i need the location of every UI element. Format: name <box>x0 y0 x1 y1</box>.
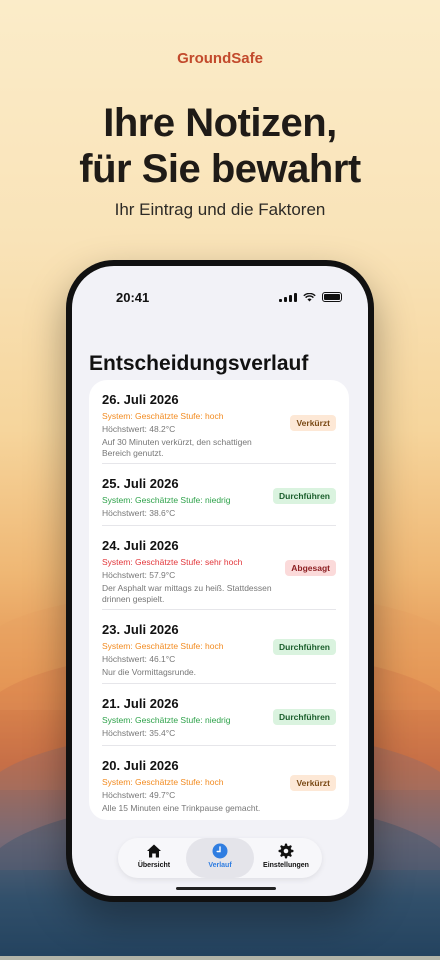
headline-line-1: Ihre Notizen, <box>103 101 337 145</box>
entry-date: 26. Juli 2026 <box>102 392 179 407</box>
entry-date: 24. Juli 2026 <box>102 538 179 553</box>
entry-date: 20. Juli 2026 <box>102 758 179 773</box>
tab-label: Übersicht <box>137 862 171 869</box>
headline: Ihre Notizen, für Sie bewahrt <box>0 100 440 192</box>
tab-label: Einstellungen <box>263 862 309 869</box>
history-entry[interactable]: 26. Juli 2026 System: Geschätzte Stufe: … <box>102 392 336 459</box>
divider <box>102 525 336 526</box>
entry-note: Nur die Vormittagsrunde. <box>102 667 197 677</box>
history-list: 26. Juli 2026 System: Geschätzte Stufe: … <box>89 380 349 820</box>
history-entry[interactable]: 20. Juli 2026 System: Geschätzte Stufe: … <box>102 758 336 814</box>
headline-line-2: für Sie bewahrt <box>79 147 361 191</box>
divider <box>102 609 336 610</box>
tab-overview[interactable]: Übersicht <box>120 838 188 878</box>
tab-history[interactable]: Verlauf <box>186 838 254 878</box>
subline: Ihr Eintrag und die Faktoren <box>114 200 326 219</box>
history-entry[interactable]: 24. Juli 2026 System: Geschätzte Stufe: … <box>102 538 336 605</box>
divider <box>102 745 336 746</box>
brand-name: GroundSafe <box>177 50 263 67</box>
page-title: Entscheidungsverlauf <box>89 352 309 375</box>
entry-max-temp: Höchstwert: 49.7°C <box>102 790 176 800</box>
status-badge: Verkürzt <box>290 415 336 431</box>
status-badge: Abgesagt <box>285 560 336 576</box>
status-badge: Durchführen <box>273 488 336 504</box>
entry-max-temp: Höchstwert: 35.4°C <box>102 728 176 738</box>
status-time: 20:41 <box>116 290 150 305</box>
tab-label: Verlauf <box>208 862 232 869</box>
wifi-icon <box>303 292 316 301</box>
entry-note: Der Asphalt war mittags zu heiß. Stattde… <box>102 583 272 604</box>
gear-icon <box>278 843 294 859</box>
signal-icon <box>279 292 297 302</box>
home-indicator <box>176 887 276 890</box>
history-entry[interactable]: 21. Juli 2026 System: Geschätzte Stufe: … <box>102 696 336 738</box>
status-bar: 20:41 <box>72 284 368 305</box>
divider <box>102 683 336 684</box>
entry-note: Auf 30 Minuten verkürzt, den schattigen … <box>102 437 252 458</box>
tab-bar: Übersicht Verlauf Einstellungen <box>118 838 322 878</box>
phone-frame: 20:41 Entscheidungsverlauf 26. Juli 2026… <box>66 260 374 902</box>
entry-note: Alle 15 Minuten eine Trinkpause gemacht. <box>102 803 261 813</box>
entry-max-temp: Höchstwert: 46.1°C <box>102 654 176 664</box>
history-entry[interactable]: 23. Juli 2026 System: Geschätzte Stufe: … <box>102 622 336 678</box>
entry-date: 23. Juli 2026 <box>102 622 179 637</box>
status-badge: Durchführen <box>273 639 336 655</box>
status-badge: Durchführen <box>273 709 336 725</box>
tab-settings[interactable]: Einstellungen <box>252 838 320 878</box>
entry-max-temp: Höchstwert: 38.6°C <box>102 508 176 518</box>
history-entry[interactable]: 25. Juli 2026 System: Geschätzte Stufe: … <box>102 476 336 518</box>
phone-screen: 20:41 Entscheidungsverlauf 26. Juli 2026… <box>72 266 368 896</box>
status-badge: Verkürzt <box>290 775 336 791</box>
divider <box>102 463 336 464</box>
battery-icon <box>322 292 342 302</box>
clock-icon <box>212 843 228 859</box>
house-icon <box>147 844 161 858</box>
